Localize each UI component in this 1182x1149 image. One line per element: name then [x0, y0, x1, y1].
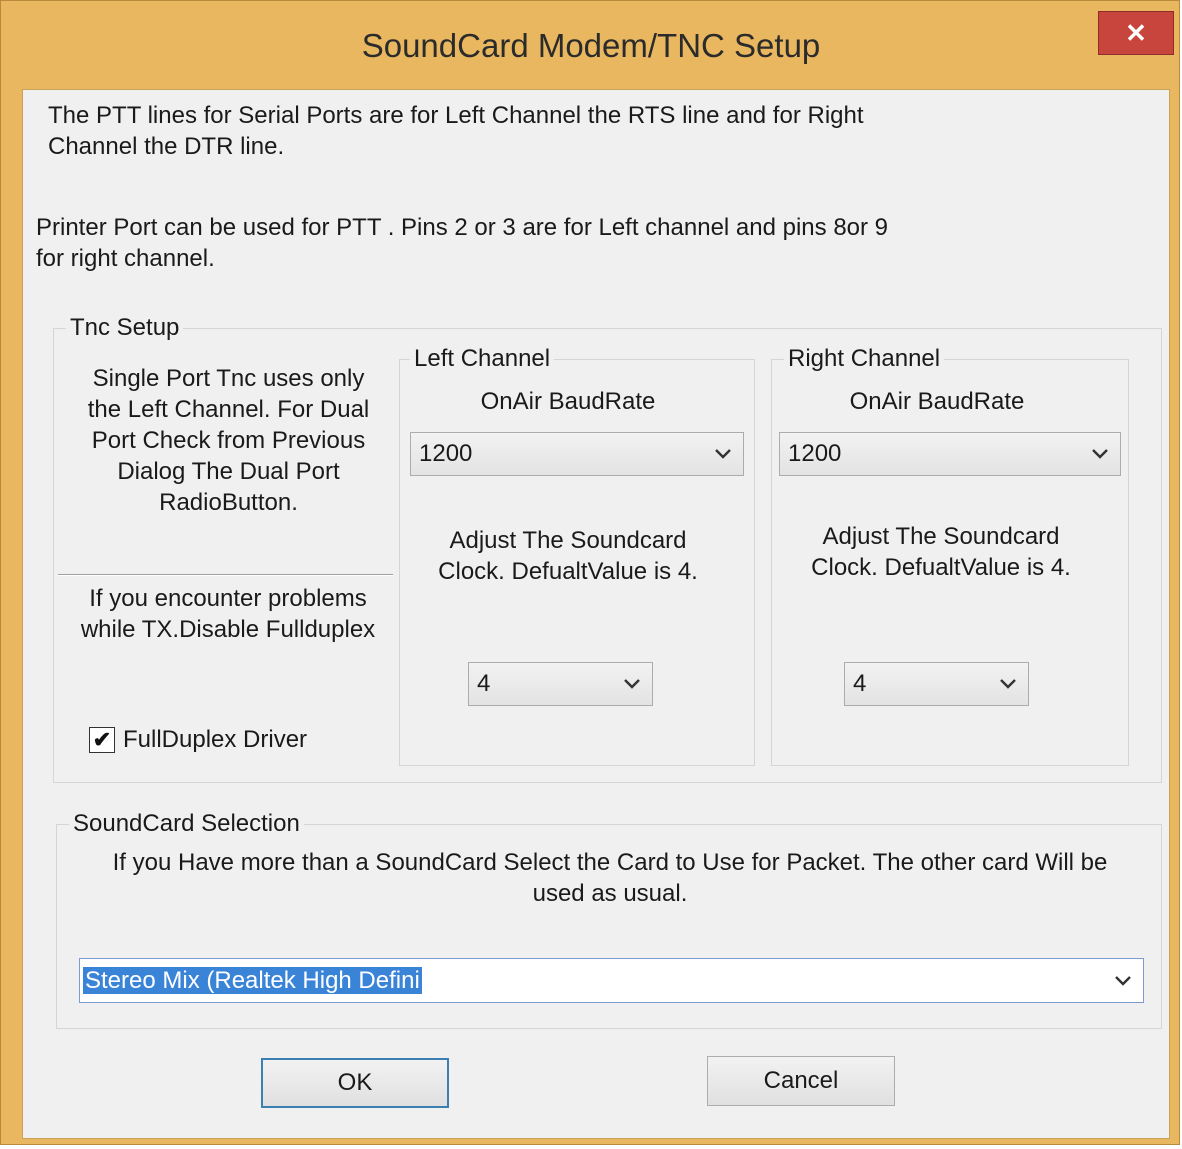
soundcard-info-line2: used as usual.	[532, 880, 688, 907]
left-baud-value: 1200	[419, 440, 473, 467]
left-clock-value: 4	[477, 670, 491, 697]
serial-ptt-text-line1: The PTT lines for Serial Ports are for L…	[48, 102, 864, 129]
left-channel-label: Left Channel	[410, 343, 555, 374]
right-clock-select[interactable]: 4	[844, 662, 1029, 706]
printer-port-text-line1: Printer Port can be used for PTT . Pins …	[36, 214, 889, 241]
tnc-setup-group: Tnc Setup Single Port Tnc uses only the …	[53, 312, 1162, 783]
soundcard-selected-value: Stereo Mix (Realtek High Defini	[83, 966, 422, 994]
tnc-setup-label: Tnc Setup	[66, 312, 184, 343]
fullduplex-problem-line1: If you encounter problems	[89, 585, 367, 612]
window-title: SoundCard Modem/TNC Setup	[361, 27, 821, 64]
right-baud-select[interactable]: 1200	[779, 432, 1121, 476]
left-clock-text-line1: Adjust The Soundcard	[449, 527, 687, 554]
tnc-separator	[58, 574, 393, 576]
right-clock-text-line1: Adjust The Soundcard	[822, 523, 1060, 550]
checkmark-icon: ✔	[92, 727, 112, 752]
single-port-info-line5: RadioButton.	[159, 489, 298, 516]
right-baud-label: OnAir BaudRate	[849, 388, 1025, 415]
close-button[interactable]: ✕	[1098, 11, 1174, 55]
left-baud-label: OnAir BaudRate	[480, 388, 656, 415]
chevron-down-icon	[988, 678, 1028, 690]
left-channel-group: Left Channel OnAir BaudRate 1200 Adjust …	[399, 343, 755, 766]
single-port-info-line2: the Left Channel. For Dual	[87, 396, 370, 423]
dialog-window: SoundCard Modem/TNC Setup ✕ The PTT line…	[0, 0, 1180, 1145]
cancel-button[interactable]: Cancel	[707, 1056, 895, 1106]
single-port-info-line4: Dialog The Dual Port	[117, 458, 340, 485]
soundcard-select[interactable]: Stereo Mix (Realtek High Defini	[79, 958, 1144, 1003]
ok-button[interactable]: OK	[261, 1058, 449, 1108]
chevron-down-icon	[703, 448, 743, 460]
title-bar[interactable]: SoundCard Modem/TNC Setup ✕	[1, 1, 1181, 89]
right-channel-label: Right Channel	[784, 343, 945, 374]
fullduplex-label[interactable]: FullDuplex Driver	[123, 724, 307, 755]
right-channel-group: Right Channel OnAir BaudRate 1200 Adjust…	[771, 343, 1129, 766]
chevron-down-icon	[1080, 448, 1120, 460]
chevron-down-icon	[612, 678, 652, 690]
left-clock-select[interactable]: 4	[468, 662, 653, 706]
soundcard-selection-label: SoundCard Selection	[69, 808, 304, 839]
single-port-info-line1: Single Port Tnc uses only	[92, 365, 365, 392]
soundcard-info-line1: If you Have more than a SoundCard Select…	[112, 849, 1108, 876]
fullduplex-problem-line2: while TX.Disable Fullduplex	[80, 616, 376, 643]
soundcard-selection-group: SoundCard Selection If you Have more tha…	[56, 808, 1162, 1029]
close-icon: ✕	[1125, 17, 1147, 48]
chevron-down-icon	[1103, 975, 1143, 987]
right-baud-value: 1200	[788, 440, 842, 467]
right-clock-value: 4	[853, 670, 867, 697]
single-port-info-line3: Port Check from Previous	[91, 427, 366, 454]
printer-port-text-line2: for right channel.	[36, 245, 215, 272]
right-clock-text-line2: Clock. DefualtValue is 4.	[811, 554, 1071, 581]
left-baud-select[interactable]: 1200	[410, 432, 744, 476]
left-clock-text-line2: Clock. DefualtValue is 4.	[438, 558, 698, 585]
serial-ptt-text-line2: Channel the DTR line.	[48, 133, 285, 160]
dialog-client-area: The PTT lines for Serial Ports are for L…	[22, 89, 1170, 1139]
fullduplex-checkbox[interactable]: ✔	[89, 727, 115, 753]
